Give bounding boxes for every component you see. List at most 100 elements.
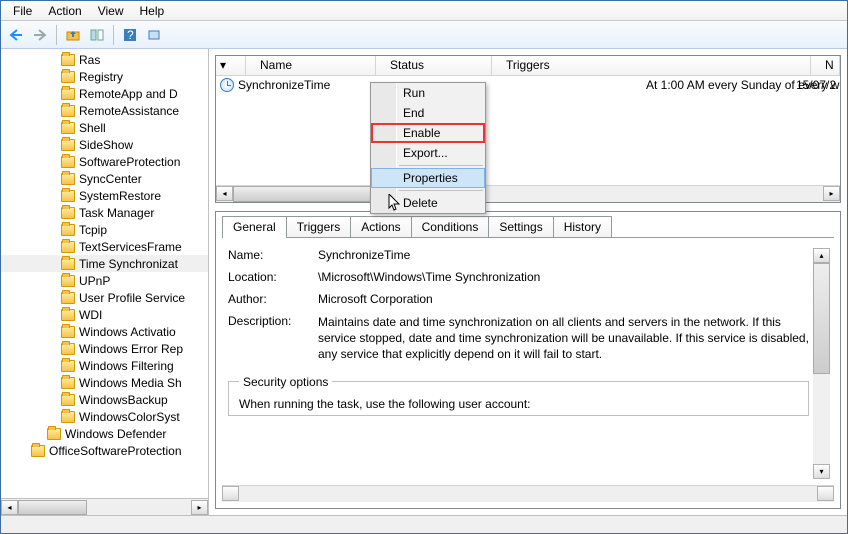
- scroll-thumb[interactable]: [18, 500, 87, 515]
- tree-item[interactable]: SystemRestore: [1, 187, 208, 204]
- tree-item-label: SideShow: [79, 138, 133, 152]
- task-list-body[interactable]: SynchronizeTime At 1:00 AM every Sunday …: [216, 76, 840, 185]
- tree-item[interactable]: SyncCenter: [1, 170, 208, 187]
- folder-icon: [61, 326, 75, 338]
- context-delete[interactable]: Delete: [371, 193, 485, 213]
- column-sort-indicator[interactable]: ▾: [216, 56, 246, 75]
- tree-item-label: SyncCenter: [79, 172, 142, 186]
- tree-item[interactable]: UPnP: [1, 272, 208, 289]
- scroll-up-button[interactable]: ▴: [813, 248, 830, 263]
- scroll-track[interactable]: [813, 263, 830, 464]
- tree-item-label: Registry: [79, 70, 123, 84]
- folder-icon: [61, 275, 75, 287]
- scroll-track[interactable]: [233, 186, 823, 202]
- tree-item[interactable]: RemoteAssistance: [1, 102, 208, 119]
- tab-history[interactable]: History: [553, 216, 612, 237]
- tree-item[interactable]: Windows Filtering: [1, 357, 208, 374]
- scroll-down-button[interactable]: ▾: [813, 464, 830, 479]
- folder-icon: [61, 343, 75, 355]
- folder-icon: [61, 292, 75, 304]
- tab-conditions[interactable]: Conditions: [411, 216, 490, 237]
- location-label: Location:: [228, 270, 318, 284]
- context-end[interactable]: End: [371, 103, 485, 123]
- tree-item[interactable]: OfficeSoftwareProtection: [1, 442, 208, 459]
- security-options-legend: Security options: [239, 375, 332, 389]
- folder-icon: [61, 411, 75, 423]
- help-button[interactable]: ?: [119, 24, 141, 46]
- tree-item-label: Task Manager: [79, 206, 154, 220]
- folder-up-icon: [66, 29, 80, 41]
- description-label: Description:: [228, 314, 318, 363]
- back-button[interactable]: [5, 24, 27, 46]
- scroll-track[interactable]: [239, 486, 817, 502]
- tree-item[interactable]: TextServicesFrame: [1, 238, 208, 255]
- task-name-cell: SynchronizeTime: [238, 78, 364, 92]
- scroll-right-button[interactable]: [817, 486, 834, 501]
- tab-triggers[interactable]: Triggers: [286, 216, 352, 237]
- tree-item-label: UPnP: [79, 274, 110, 288]
- tree-item[interactable]: Registry: [1, 68, 208, 85]
- up-folder-button[interactable]: [62, 24, 84, 46]
- details-vertical-scrollbar[interactable]: ▴ ▾: [813, 248, 830, 479]
- context-export[interactable]: Export...: [371, 143, 485, 163]
- tree-item[interactable]: SideShow: [1, 136, 208, 153]
- folder-icon: [61, 71, 75, 83]
- context-enable[interactable]: Enable: [371, 123, 485, 143]
- tree-item[interactable]: RemoteApp and D: [1, 85, 208, 102]
- tree-item-label: Tcpip: [79, 223, 107, 237]
- toolbar-separator: [113, 25, 114, 45]
- column-triggers[interactable]: Triggers: [492, 56, 811, 75]
- scroll-left-button[interactable]: ◂: [216, 186, 233, 201]
- menu-help[interactable]: Help: [132, 2, 173, 20]
- context-properties[interactable]: Properties: [371, 168, 485, 188]
- toggle-tree-button[interactable]: [86, 24, 108, 46]
- scroll-right-button[interactable]: ▸: [823, 186, 840, 201]
- tree-item-label: Windows Defender: [65, 427, 166, 441]
- folder-icon: [61, 309, 75, 321]
- scroll-track[interactable]: [18, 500, 191, 515]
- tab-actions[interactable]: Actions: [350, 216, 411, 237]
- tree-item-label: Windows Error Rep: [79, 342, 183, 356]
- tree-item[interactable]: Windows Activatio: [1, 323, 208, 340]
- tree-item[interactable]: Windows Media Sh: [1, 374, 208, 391]
- scroll-left-button[interactable]: ◂: [1, 500, 18, 515]
- tree-item[interactable]: Ras: [1, 51, 208, 68]
- task-row[interactable]: SynchronizeTime At 1:00 AM every Sunday …: [216, 76, 840, 94]
- tree-item[interactable]: User Profile Service: [1, 289, 208, 306]
- scroll-thumb[interactable]: [813, 263, 830, 374]
- tree-item[interactable]: Tcpip: [1, 221, 208, 238]
- arrow-left-icon: [9, 29, 23, 41]
- folder-tree[interactable]: Ras RegistryRemoteApp and DRemoteAssistan…: [1, 49, 208, 498]
- column-nextrun[interactable]: N: [811, 56, 840, 75]
- column-name[interactable]: Name: [246, 56, 376, 75]
- new-task-button[interactable]: [143, 24, 165, 46]
- menu-file[interactable]: File: [5, 2, 40, 20]
- tree-item[interactable]: Windows Error Rep: [1, 340, 208, 357]
- folder-icon: [61, 139, 75, 151]
- forward-button[interactable]: [29, 24, 51, 46]
- scroll-left-button[interactable]: [222, 486, 239, 501]
- tree-item[interactable]: Windows Defender: [1, 425, 208, 442]
- tree-item[interactable]: Task Manager: [1, 204, 208, 221]
- scroll-right-button[interactable]: ▸: [191, 500, 208, 515]
- tree-item[interactable]: WindowsColorSyst: [1, 408, 208, 425]
- tree-item[interactable]: Time Synchronizat: [1, 255, 208, 272]
- details-horizontal-scrollbar[interactable]: [222, 485, 834, 502]
- tree-item[interactable]: SoftwareProtection: [1, 153, 208, 170]
- tab-settings[interactable]: Settings: [488, 216, 553, 237]
- menu-action[interactable]: Action: [40, 2, 89, 20]
- author-value: Microsoft Corporation: [318, 292, 809, 306]
- status-bar: [1, 515, 847, 533]
- tree-item[interactable]: WindowsBackup: [1, 391, 208, 408]
- tab-general[interactable]: General: [222, 216, 287, 238]
- tree-item[interactable]: WDI: [1, 306, 208, 323]
- folder-icon: [61, 54, 75, 66]
- list-horizontal-scrollbar[interactable]: ◂ ▸: [216, 185, 840, 202]
- folder-icon: [61, 224, 75, 236]
- svg-text:?: ?: [127, 28, 134, 42]
- column-status[interactable]: Status: [376, 56, 492, 75]
- context-run[interactable]: Run: [371, 83, 485, 103]
- menu-view[interactable]: View: [90, 2, 132, 20]
- tree-item[interactable]: Shell: [1, 119, 208, 136]
- tree-horizontal-scrollbar[interactable]: ◂ ▸: [1, 498, 208, 515]
